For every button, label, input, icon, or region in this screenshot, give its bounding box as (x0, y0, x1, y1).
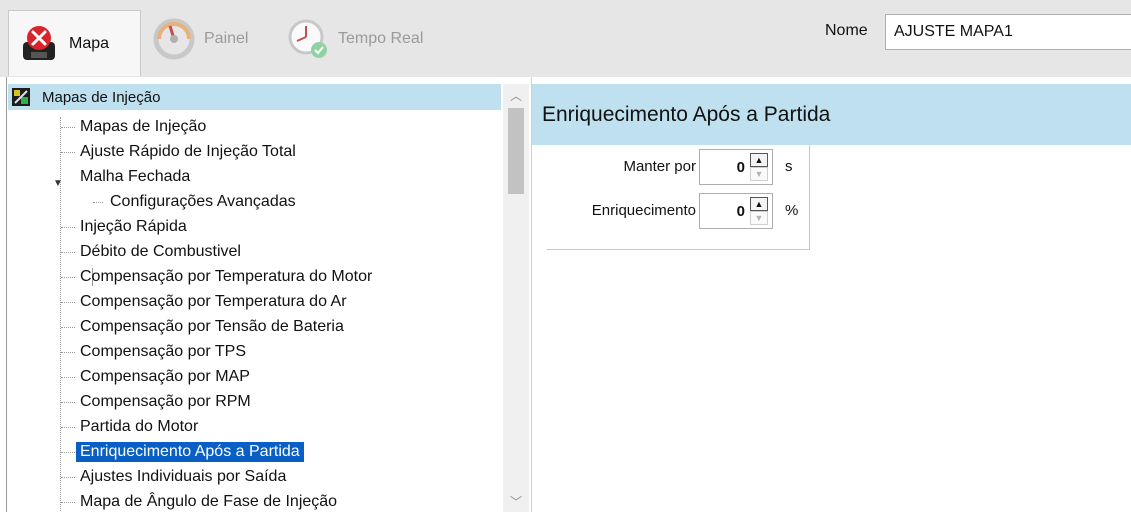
increment-icon[interactable]: ▲ (750, 197, 768, 211)
section-header: Enriquecimento Após a Partida (532, 84, 1131, 145)
field-unit: s (785, 158, 793, 175)
tree-item-label: Compensação por Tensão de Bateria (80, 318, 344, 335)
toolbar: Mapa Painel Tempo Real Nome (0, 0, 1131, 78)
tree-item[interactable]: Enriquecimento Após a Partida (76, 440, 304, 464)
tree-item-label: Enriquecimento Após a Partida (76, 442, 304, 462)
tree-connector (61, 477, 75, 478)
scroll-thumb[interactable] (508, 108, 524, 194)
tree-item[interactable]: Malha Fechada (76, 165, 194, 189)
tree-connector (61, 452, 75, 453)
tab-tempo-real-label: Tempo Real (338, 30, 424, 47)
tree-item[interactable]: Compensação por Temperatura do Motor (76, 265, 376, 289)
tree-connector (61, 152, 75, 153)
tree-item[interactable]: Débito de Combustivel (76, 240, 245, 264)
map-grid-icon (12, 88, 30, 106)
tree-item-label: Mapa de Ângulo de Fase de Injeção (80, 493, 338, 510)
tree-item[interactable]: Compensação por TPS (76, 340, 250, 364)
tree-connector (61, 327, 75, 328)
tree-connector (61, 427, 75, 428)
tree-item[interactable]: Injeção Rápida (76, 215, 191, 239)
tree-connector (61, 302, 75, 303)
page-title: Enriquecimento Após a Partida (542, 102, 831, 126)
scroll-up-icon[interactable]: ︿ (503, 84, 529, 106)
tree-item[interactable]: Ajustes Individuais por Saída (76, 465, 290, 489)
tree-connector (61, 377, 75, 378)
tree-item-label: Compensação por TPS (80, 343, 247, 360)
name-label: Nome (825, 22, 868, 39)
decrement-icon[interactable]: ▼ (750, 211, 768, 225)
stepper-value: 0 (736, 159, 745, 176)
tree-connector (61, 252, 75, 253)
tree-root-label: Mapas de Injeção (42, 88, 161, 106)
tab-painel-label: Painel (204, 30, 249, 47)
tab-mapa-label: Mapa (69, 34, 110, 52)
increment-icon[interactable]: ▲ (750, 153, 768, 167)
field-manter-por: Manter por 0 ▲ ▼ s (547, 149, 809, 185)
tree-connector (61, 277, 75, 278)
tree-item-label: Ajuste Rápido de Injeção Total (80, 143, 296, 160)
scroll-down-icon[interactable]: ﹀ (503, 490, 529, 512)
tree-connector (61, 127, 75, 128)
tree-scrollbar[interactable]: ︿ ﹀ (503, 84, 529, 512)
tree-connector (61, 227, 75, 228)
field-label: Enriquecimento (591, 202, 696, 219)
tree-item-label: Compensação por Temperatura do Motor (80, 268, 373, 285)
tree-root[interactable]: Mapas de Injeção (8, 84, 501, 110)
tree-item[interactable]: Mapas de Injeção (76, 115, 210, 139)
tree-item-label: Ajustes Individuais por Saída (80, 468, 287, 485)
tree-item-label: Mapas de Injeção (80, 118, 207, 135)
tree-item-label: Malha Fechada (80, 168, 191, 185)
tree-item-label: Débito de Combustivel (80, 243, 241, 260)
tree-connector (93, 202, 103, 203)
tree-item[interactable]: Partida do Motor (76, 415, 202, 439)
field-enriquecimento: Enriquecimento 0 ▲ ▼ % (547, 193, 809, 229)
tree-connector (61, 502, 75, 503)
tree-item-label: Configurações Avançadas (110, 193, 296, 210)
tree-item-label: Compensação por RPM (80, 393, 251, 410)
navigation-tree: Mapas de Injeção ▼ Mapas de Injeção Ajust… (0, 77, 532, 512)
gauge-icon (153, 18, 195, 60)
tab-tempo-real[interactable]: Tempo Real (286, 10, 456, 68)
field-label: Manter por (623, 158, 696, 175)
tree-item-label: Injeção Rápida (80, 218, 187, 235)
tree-item-label: Compensação por Temperatura do Ar (80, 293, 347, 310)
enriquecimento-stepper[interactable]: 0 ▲ ▼ (699, 193, 773, 229)
decrement-icon[interactable]: ▼ (750, 167, 768, 181)
tree-connector (61, 352, 75, 353)
tree-item[interactable]: Compensação por RPM (76, 390, 255, 414)
field-unit: % (785, 202, 799, 219)
tree-connector (61, 402, 75, 403)
tree-item[interactable]: Mapa de Ângulo de Fase de Injeção (76, 490, 341, 512)
tree-item-label: Compensação por MAP (80, 368, 250, 385)
name-input[interactable] (885, 14, 1131, 50)
tree-item[interactable]: Configurações Avançadas (106, 190, 300, 214)
manter-por-stepper[interactable]: 0 ▲ ▼ (699, 149, 773, 185)
mapa-icon (23, 25, 55, 60)
detail-panel: Enriquecimento Após a Partida Manter por… (532, 77, 1131, 512)
tree-item[interactable]: Compensação por Temperatura do Ar (76, 290, 351, 314)
tree-item[interactable]: Compensação por Tensão de Bateria (76, 315, 348, 339)
tab-mapa[interactable]: Mapa (8, 10, 141, 76)
tree-item-label: Partida do Motor (80, 418, 199, 435)
tree-item[interactable]: Ajuste Rápido de Injeção Total (76, 140, 300, 164)
tree-item[interactable]: Compensação por MAP (76, 365, 254, 389)
clock-icon (288, 19, 327, 58)
settings-form: Manter por 0 ▲ ▼ s Enriquecimento 0 ▲ ▼ … (547, 145, 810, 250)
stepper-value: 0 (736, 203, 745, 220)
tab-painel[interactable]: Painel (152, 10, 262, 68)
chevron-down-icon[interactable]: ▼ (52, 177, 64, 189)
